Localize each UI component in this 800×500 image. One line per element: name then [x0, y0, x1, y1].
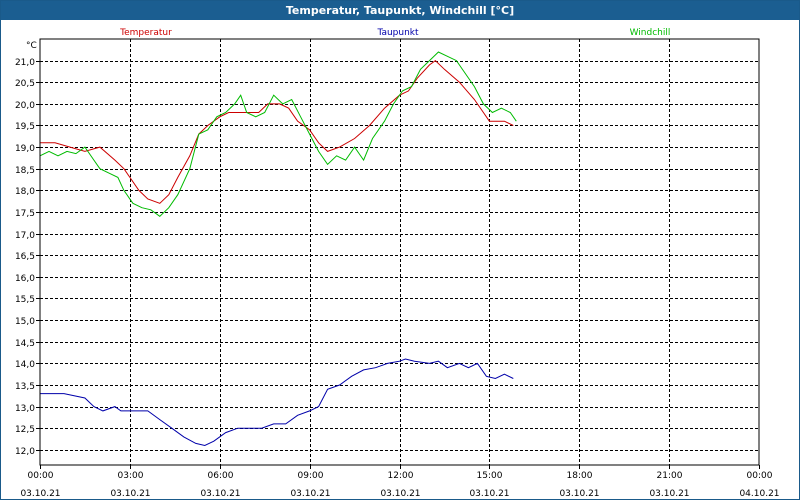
y-tick-label: 15,5	[15, 295, 35, 305]
y-tick-label: 20,0	[15, 101, 35, 111]
x-tick-date-label: 03.10.21	[200, 489, 240, 498]
legend-entry-windchill: Windchill	[630, 28, 671, 38]
y-tick-label: 18,0	[15, 187, 35, 197]
x-tick-time-label: 00:00	[747, 471, 773, 481]
series-line-taupunkt	[40, 358, 514, 447]
y-tick-label: 16,5	[15, 252, 35, 262]
x-tick-date-label: 04.10.21	[739, 489, 779, 498]
x-tick-time-label: 12:00	[388, 471, 414, 481]
y-tick-label: 15,0	[15, 317, 35, 327]
grid-lines	[40, 39, 759, 465]
chart-title: Temperatur, Taupunkt, Windchill [°C]	[1, 1, 799, 20]
x-tick-date-label: 03.10.21	[20, 489, 60, 498]
y-tick-label: 18,5	[15, 166, 35, 176]
x-tick-date-label: 03.10.21	[110, 489, 150, 498]
y-tick-label: 17,5	[15, 209, 35, 219]
plot-frame	[39, 38, 760, 466]
x-tick-time-label: 15:00	[477, 471, 503, 481]
y-tick-label: 19,5	[15, 122, 35, 132]
y-tick-label: 13,5	[15, 382, 35, 392]
y-tick-label: 20,5	[15, 79, 35, 89]
y-tick-label: 14,0	[15, 360, 35, 370]
y-axis-unit: °C	[26, 41, 37, 51]
x-tick-time-label: 06:00	[208, 471, 234, 481]
axes: 12,0 12,5 13,0 13,5 14,0 14,5 15,0 15,5 16,0 16,5…	[15, 38, 780, 498]
y-tick-label: 12,0	[15, 447, 35, 457]
x-tick-date-label: 03.10.21	[649, 489, 689, 498]
x-tick-date-label: 03.10.21	[380, 489, 420, 498]
y-tick-label: 14,5	[15, 339, 35, 349]
x-tick-date-label: 03.10.21	[469, 489, 509, 498]
legend-entry-taupunkt: Taupunkt	[376, 28, 419, 38]
y-tick-label: 16,0	[15, 274, 35, 284]
y-tick-label: 19,0	[15, 144, 35, 154]
legend: Temperatur Taupunkt Windchill	[119, 28, 670, 38]
x-tick-time-label: 18:00	[567, 471, 593, 481]
y-tick-label: 21,0	[15, 58, 35, 68]
y-tick-label: 12,5	[15, 425, 35, 435]
chart-window: Temperatur, Taupunkt, Windchill [°C] Tem…	[0, 0, 800, 500]
series-lines	[39, 51, 517, 447]
x-tick-date-label: 03.10.21	[559, 489, 599, 498]
legend-entry-temperatur: Temperatur	[119, 28, 172, 38]
y-tick-label: 13,0	[15, 404, 35, 414]
x-tick-time-label: 21:00	[657, 471, 683, 481]
series-line-windchill	[39, 51, 517, 217]
x-tick-time-label: 03:00	[118, 471, 144, 481]
x-tick-time-label: 00:00	[28, 471, 54, 481]
x-tick-time-label: 09:00	[298, 471, 324, 481]
y-tick-label: 17,0	[15, 231, 35, 241]
x-tick-date-label: 03.10.21	[290, 489, 330, 498]
chart-area: Temperatur Taupunkt Windchill 12,0 12,5 13,0…	[15, 28, 780, 498]
